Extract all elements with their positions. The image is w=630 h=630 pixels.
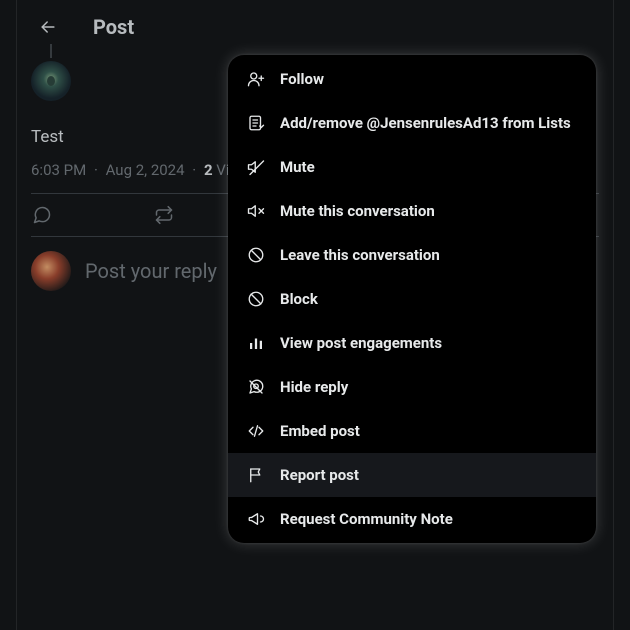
post-time: 6:03 PM	[31, 161, 86, 179]
menu-item-engagements[interactable]: View post engagements	[228, 321, 596, 365]
mute-convo-icon	[246, 201, 266, 221]
menu-item-label: Follow	[280, 70, 324, 88]
menu-item-block[interactable]: Block	[228, 277, 596, 321]
menu-item-leave-conversation[interactable]: Leave this conversation	[228, 233, 596, 277]
back-button[interactable]	[31, 10, 65, 44]
repost-icon	[154, 205, 174, 225]
code-icon	[246, 421, 266, 441]
menu-item-label: Add/remove @JensenrulesAd13 from Lists	[280, 114, 571, 132]
meta-separator: ·	[192, 161, 196, 179]
arrow-left-icon	[38, 17, 58, 37]
hide-reply-icon	[246, 377, 266, 397]
current-user-avatar[interactable]	[31, 251, 71, 291]
menu-item-label: Block	[280, 290, 318, 308]
menu-item-label: Mute	[280, 158, 315, 176]
mute-icon	[246, 157, 266, 177]
megaphone-icon	[246, 509, 266, 529]
menu-item-label: Request Community Note	[280, 510, 453, 528]
meta-separator: ·	[94, 161, 98, 179]
menu-item-label: View post engagements	[280, 334, 442, 352]
page-title: Post	[93, 15, 134, 39]
post-date: Aug 2, 2024	[106, 161, 185, 179]
analytics-icon	[246, 333, 266, 353]
list-edit-icon	[246, 113, 266, 133]
leave-convo-icon	[246, 245, 266, 265]
repost-button[interactable]	[153, 204, 175, 226]
block-icon	[246, 289, 266, 309]
thread-connector-line	[50, 44, 52, 58]
menu-item-community-note[interactable]: Request Community Note	[228, 497, 596, 541]
menu-item-mute-conversation[interactable]: Mute this conversation	[228, 189, 596, 233]
menu-item-hide-reply[interactable]: Hide reply	[228, 365, 596, 409]
post-actions-menu: Follow Add/remove @JensenrulesAd13 from …	[228, 55, 596, 543]
menu-item-embed[interactable]: Embed post	[228, 409, 596, 453]
menu-item-label: Embed post	[280, 422, 360, 440]
reply-input[interactable]: Post your reply	[85, 259, 217, 283]
reply-button[interactable]	[31, 204, 53, 226]
menu-item-label: Leave this conversation	[280, 246, 440, 264]
header: Post	[17, 0, 613, 53]
menu-item-label: Mute this conversation	[280, 202, 435, 220]
menu-item-mute[interactable]: Mute	[228, 145, 596, 189]
menu-item-label: Hide reply	[280, 378, 348, 396]
flag-icon	[246, 465, 266, 485]
user-plus-icon	[246, 69, 266, 89]
views-count: 2	[204, 161, 213, 179]
author-avatar[interactable]	[31, 61, 71, 101]
menu-item-report[interactable]: Report post	[228, 453, 596, 497]
menu-item-label: Report post	[280, 466, 359, 484]
comment-icon	[32, 205, 52, 225]
menu-item-follow[interactable]: Follow	[228, 57, 596, 101]
menu-item-lists[interactable]: Add/remove @JensenrulesAd13 from Lists	[228, 101, 596, 145]
